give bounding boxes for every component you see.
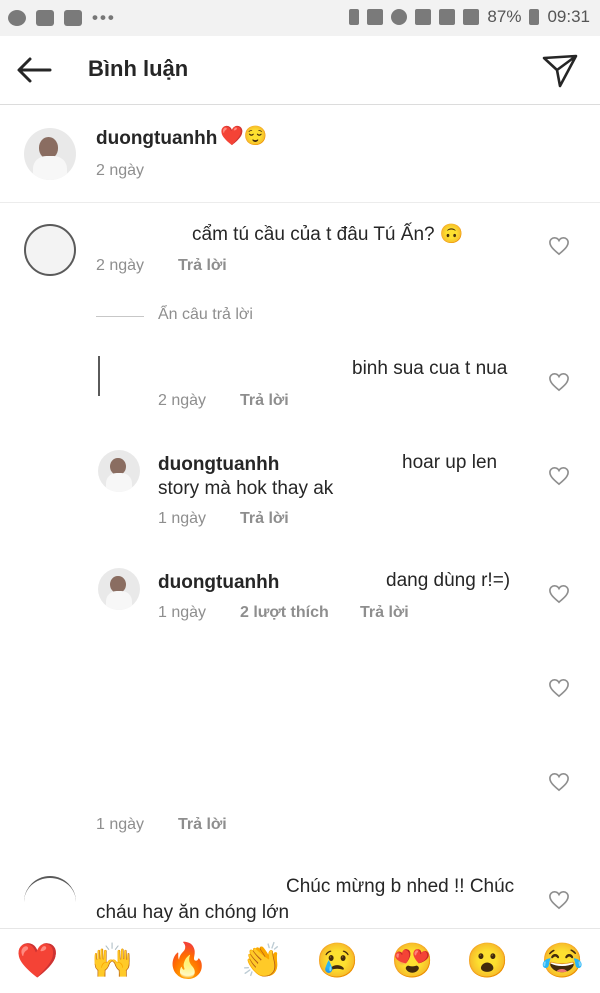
reaction-raised-hands[interactable]: 🙌: [91, 941, 133, 981]
comment-text-line1: Chúc mừng b nhed !! Chúc: [286, 876, 515, 897]
reply-avatar[interactable]: [98, 568, 140, 610]
avatar-body: [105, 590, 133, 610]
like-heart-icon[interactable]: [548, 584, 570, 604]
system-icons: 87% 09:31: [349, 7, 590, 27]
avatar-body: [33, 156, 67, 180]
comment-reply-button[interactable]: Trả lời: [178, 257, 227, 275]
caption-emojis: ❤️😌: [220, 126, 268, 147]
quick-reactions-bar: ❤️ 🙌 🔥 👏 😢 😍 😮 😂: [0, 928, 600, 993]
comment-text: cẩm tú cầu của t đâu Tú Ấn? 🙃: [192, 224, 464, 245]
like-heart-icon[interactable]: [548, 890, 570, 910]
like-heart-icon[interactable]: [548, 466, 570, 486]
avatar-body: [105, 472, 133, 492]
reaction-fire[interactable]: 🔥: [166, 941, 208, 981]
reaction-heart[interactable]: ❤️: [16, 941, 58, 981]
comment-reply-button[interactable]: Trả lời: [178, 816, 227, 834]
comment-avatar[interactable]: [24, 876, 76, 928]
clock: 09:31: [547, 7, 590, 26]
back-button[interactable]: [12, 50, 56, 90]
bluetooth-icon: [349, 9, 360, 25]
reply-username[interactable]: duongtuanhh: [158, 454, 279, 476]
caption-divider: [0, 202, 600, 203]
reply-time: 1 ngày: [158, 604, 207, 621]
mute-icon: [367, 9, 384, 25]
reply-time: 2 ngày: [158, 392, 207, 409]
signal-icon: [463, 9, 480, 25]
reply-text-line2: story mà hok thay ak: [158, 478, 334, 499]
reply-text-line1: hoar up len: [402, 452, 498, 473]
reply-avatar[interactable]: [98, 356, 138, 396]
mail-icon: [64, 10, 82, 26]
comment-text-line2: cháu hay ăn chóng lớn: [96, 902, 290, 923]
wifi-icon: [415, 9, 432, 25]
reply-text: dang dùng r!=): [386, 570, 511, 591]
page-title: Bình luận: [88, 56, 189, 81]
hide-replies-line: [96, 316, 144, 317]
direct-send-icon: [542, 54, 578, 88]
reaction-crying[interactable]: 😢: [316, 941, 358, 981]
gallery-icon: [36, 10, 54, 26]
comment-time: 2 ngày: [96, 257, 145, 274]
reply-avatar[interactable]: [98, 450, 140, 492]
like-heart-icon[interactable]: [548, 236, 570, 256]
messenger-icon: [8, 10, 26, 26]
like-heart-icon[interactable]: [548, 772, 570, 792]
reaction-surprised[interactable]: 😮: [466, 941, 508, 981]
reaction-laughing[interactable]: 😂: [541, 941, 583, 981]
caption-time: 2 ngày: [96, 162, 145, 179]
alarm-icon: [391, 9, 408, 25]
reaction-clap[interactable]: 👏: [241, 941, 283, 981]
comments-header: Bình luận: [0, 36, 600, 105]
reply-time: 1 ngày: [158, 510, 207, 527]
reply-reply-button[interactable]: Trả lời: [240, 392, 289, 410]
notification-icons: •••: [8, 8, 116, 28]
caption-username[interactable]: duongtuanhh: [96, 128, 217, 150]
sim-icon: [439, 9, 456, 25]
reply-likes[interactable]: 2 lượt thích: [240, 604, 329, 622]
comment-avatar[interactable]: [24, 224, 76, 276]
hide-replies-button[interactable]: Ẩn câu trả lời: [158, 306, 253, 324]
caption-avatar[interactable]: [24, 128, 76, 180]
reply-text: binh sua cua t nua: [352, 358, 508, 379]
back-arrow-icon: [17, 57, 52, 83]
like-heart-icon[interactable]: [548, 372, 570, 392]
more-dots-icon: •••: [92, 8, 116, 27]
reply-username[interactable]: duongtuanhh: [158, 572, 279, 594]
status-bar: ••• 87% 09:31: [0, 0, 600, 36]
like-heart-icon[interactable]: [548, 678, 570, 698]
reply-reply-button[interactable]: Trả lời: [240, 510, 289, 528]
battery-icon: [529, 9, 540, 25]
share-button[interactable]: [540, 50, 580, 90]
reply-reply-button[interactable]: Trả lời: [360, 604, 409, 622]
battery-percent: 87%: [487, 7, 522, 26]
reaction-heart-eyes[interactable]: 😍: [391, 941, 433, 981]
comment-time: 1 ngày: [96, 816, 145, 833]
